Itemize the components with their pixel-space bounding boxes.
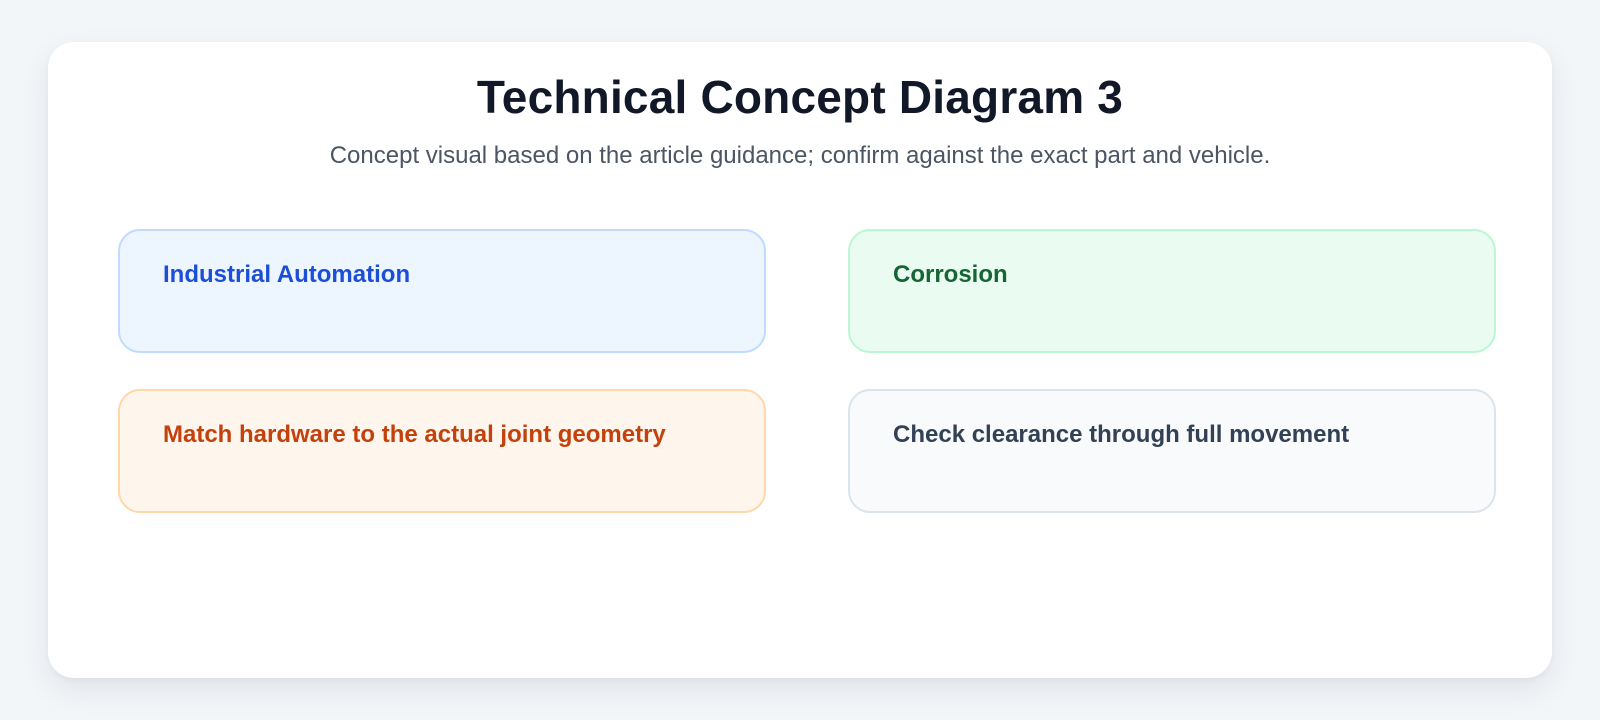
concept-box-industrial-automation: Industrial Automation [118, 229, 766, 353]
concept-box-check-clearance: Check clearance through full movement [848, 389, 1496, 513]
concept-box-corrosion: Corrosion [848, 229, 1496, 353]
concept-box-label: Corrosion [893, 261, 1008, 288]
concept-box-label: Match hardware to the actual joint geome… [163, 421, 666, 448]
diagram-title: Technical Concept Diagram 3 [476, 71, 1124, 123]
concept-box-label: Industrial Automation [163, 261, 411, 288]
concept-box-label: Check clearance through full movement [893, 421, 1350, 448]
diagram-card: Technical Concept Diagram 3 Concept visu… [48, 42, 1552, 678]
diagram-subtitle: Concept visual based on the article guid… [329, 142, 1271, 169]
concept-box-match-hardware: Match hardware to the actual joint geome… [118, 389, 766, 513]
